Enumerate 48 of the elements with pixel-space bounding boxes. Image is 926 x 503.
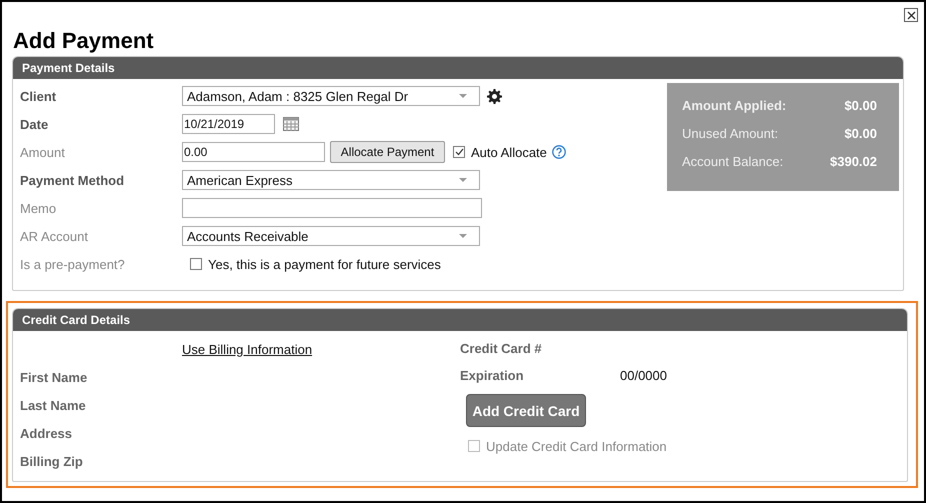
- settings-icon[interactable]: [487, 88, 502, 104]
- caret-icon: [459, 178, 467, 182]
- amount-field[interactable]: 0.00: [182, 142, 325, 162]
- field-label: Is a pre-payment?: [20, 256, 126, 272]
- field-label: Last Name: [20, 398, 87, 412]
- dropdown-field[interactable]: American Express: [182, 170, 480, 190]
- checkbox-label: Update Credit Card Information: [486, 438, 667, 454]
- field-label: Credit Card #: [460, 340, 543, 356]
- allocate-payment-button[interactable]: Allocate Payment: [330, 141, 445, 163]
- dropdown-value: American Express: [187, 172, 292, 188]
- field-label: Client: [20, 88, 58, 104]
- caret-icon: [459, 94, 467, 98]
- section-header: Credit Card Details: [13, 309, 907, 331]
- date-field[interactable]: 10/21/2019: [182, 114, 275, 134]
- field-label: Amount: [20, 144, 66, 160]
- dropdown-field[interactable]: Accounts Receivable: [182, 226, 480, 246]
- use-billing-link[interactable]: Use Billing Information: [182, 342, 312, 356]
- memo-field[interactable]: [182, 198, 482, 218]
- field-label: Billing Zip: [20, 454, 84, 468]
- summary-label: Account Balance:: [682, 154, 784, 171]
- field-label: AR Account: [20, 228, 89, 244]
- summary-label: Amount Applied:: [682, 98, 786, 115]
- field-label: Memo: [20, 200, 58, 216]
- checkbox[interactable]: [453, 146, 465, 158]
- checkbox[interactable]: [190, 258, 202, 270]
- close-button[interactable]: [904, 8, 918, 22]
- field-label: Address: [20, 426, 74, 440]
- summary-value: $0.00: [844, 126, 877, 143]
- summary-label: Unused Amount:: [682, 126, 778, 143]
- caret-icon: [459, 234, 467, 238]
- dropdown-value: Accounts Receivable: [187, 228, 308, 244]
- checkbox-label: Auto Allocate: [471, 144, 547, 160]
- summary-value: $390.02: [830, 154, 877, 171]
- expiration-value: 00/0000: [620, 368, 667, 382]
- dialog-title: Add Payment: [12, 27, 155, 55]
- checkbox-label: Yes, this is a payment for future services: [208, 256, 441, 272]
- field-label: Payment Method: [20, 172, 126, 188]
- field-label: First Name: [20, 370, 88, 384]
- close-icon: [906, 10, 916, 20]
- dropdown-value: Adamson, Adam : 8325 Glen Regal Dr: [187, 88, 408, 104]
- section-header: Payment Details: [13, 57, 903, 79]
- calendar-icon[interactable]: [283, 117, 299, 131]
- dropdown-field[interactable]: Adamson, Adam : 8325 Glen Regal Dr: [182, 86, 480, 106]
- field-label: Date: [20, 116, 50, 132]
- summary-value: $0.00: [844, 98, 877, 115]
- help-icon[interactable]: [552, 145, 566, 159]
- field-label: Expiration: [460, 368, 525, 382]
- add-credit-card-button[interactable]: Add Credit Card: [466, 394, 586, 427]
